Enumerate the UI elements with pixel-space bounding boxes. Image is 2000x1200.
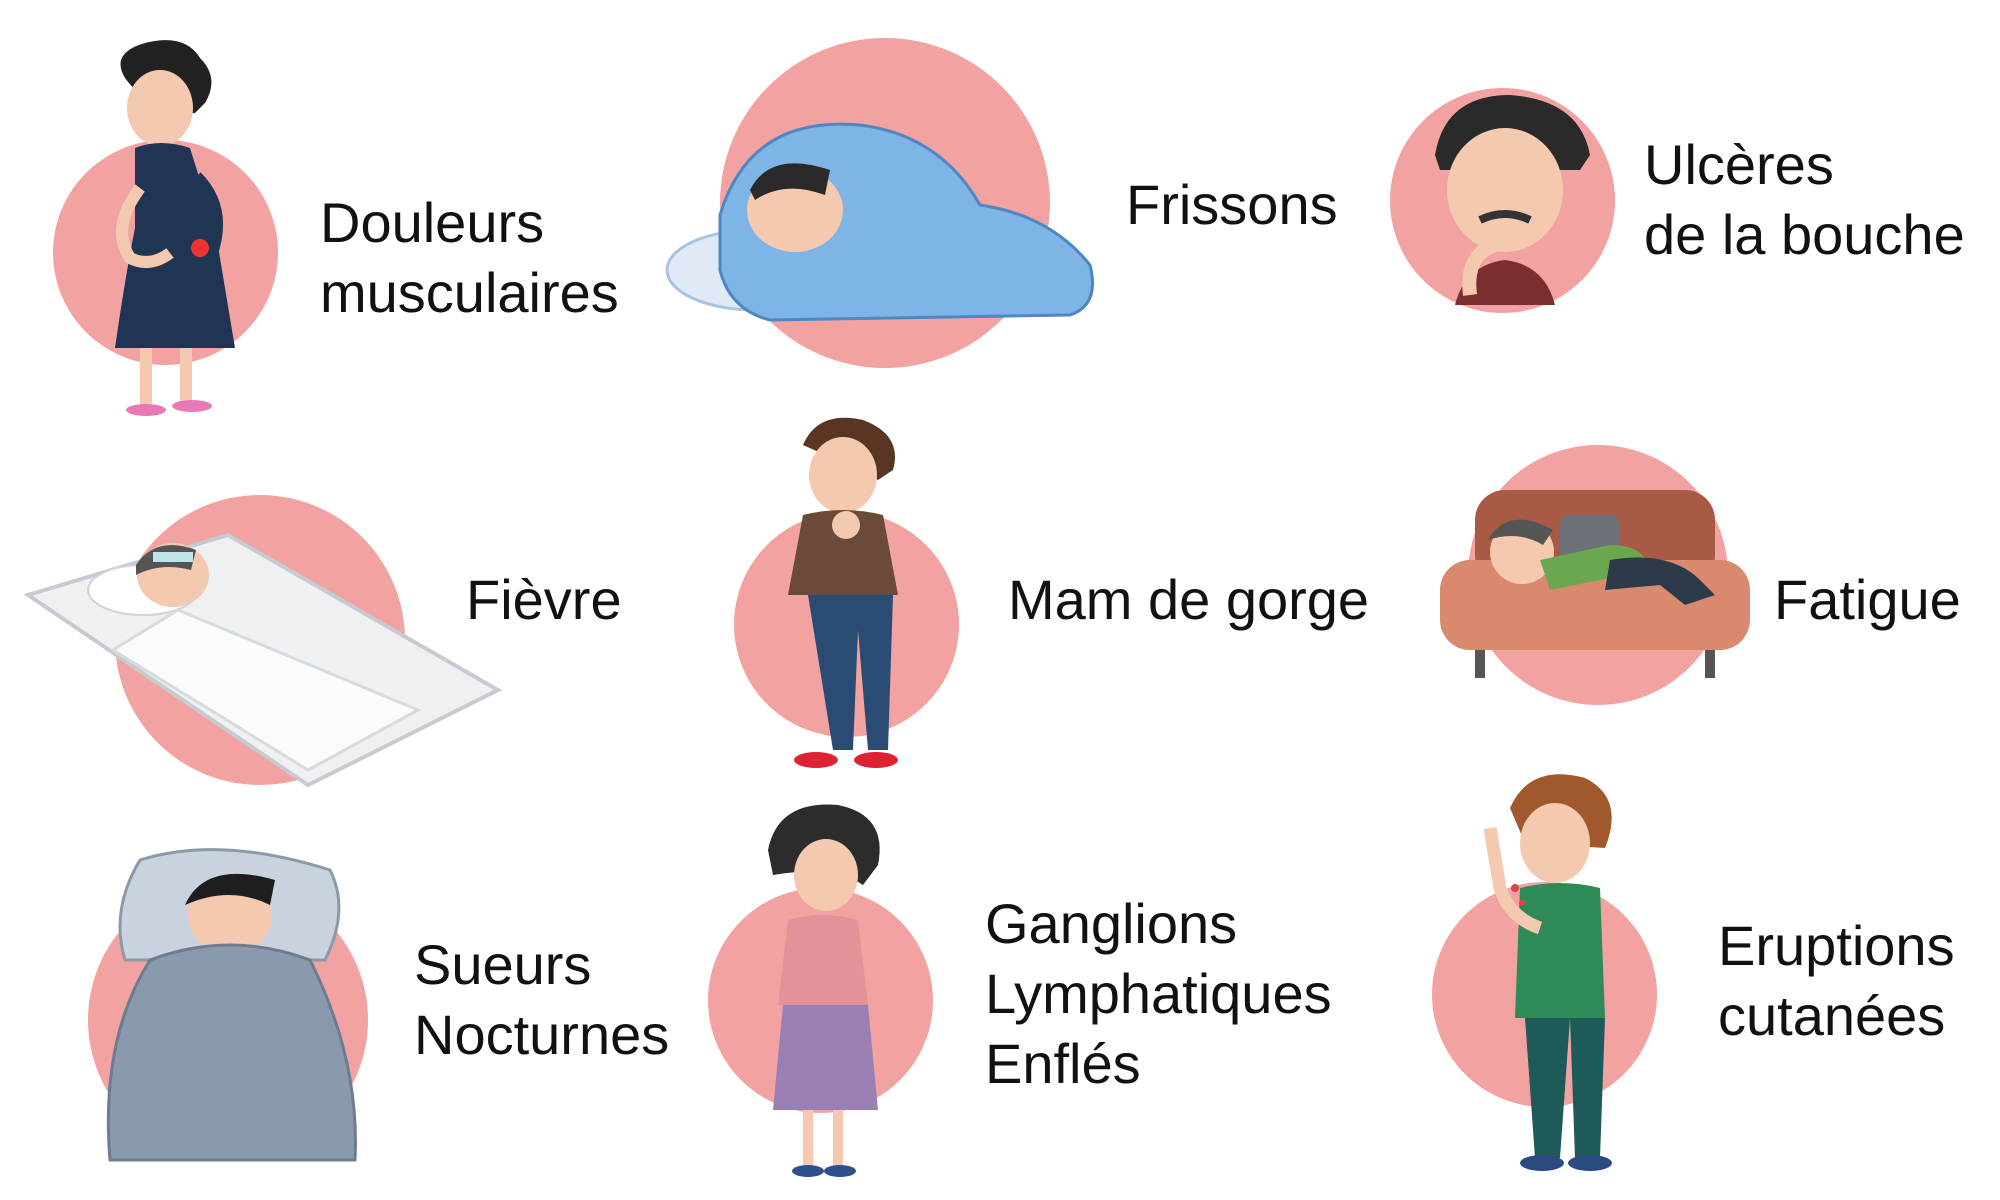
- man-mouth-ulcer-illustration: [1435, 95, 1590, 305]
- symptom-label: Ganglions Lymphatiques Enflés: [985, 892, 1332, 1095]
- symptom-label: Mam de gorge: [1008, 568, 1370, 631]
- symptom-label: Frissons: [1126, 173, 1338, 236]
- symptom-label: Fièvre: [466, 568, 622, 631]
- symptom-label: Fatigue: [1774, 568, 1961, 631]
- woman-swollen-neck-illustration: [768, 804, 880, 1177]
- symptom-label: Eruptions cutanées: [1718, 914, 1955, 1047]
- muscle-pain-woman-illustration: [115, 40, 235, 416]
- symptom-label: Sueurs Nocturnes: [414, 933, 670, 1066]
- symptom-label: Douleurs musculaires: [320, 191, 619, 324]
- feverish-person-in-bed-illustration: [23, 532, 503, 788]
- tired-man-on-sofa-illustration: [1440, 490, 1750, 678]
- child-night-sweats-in-bed-illustration: [106, 848, 357, 1162]
- symptom-label: Ulcères de la bouche: [1644, 133, 1965, 266]
- boy-skin-rash-illustration: [1483, 774, 1612, 1171]
- shivering-boy-under-blanket-illustration: [665, 122, 1094, 322]
- boy-sore-throat-illustration: [788, 417, 898, 768]
